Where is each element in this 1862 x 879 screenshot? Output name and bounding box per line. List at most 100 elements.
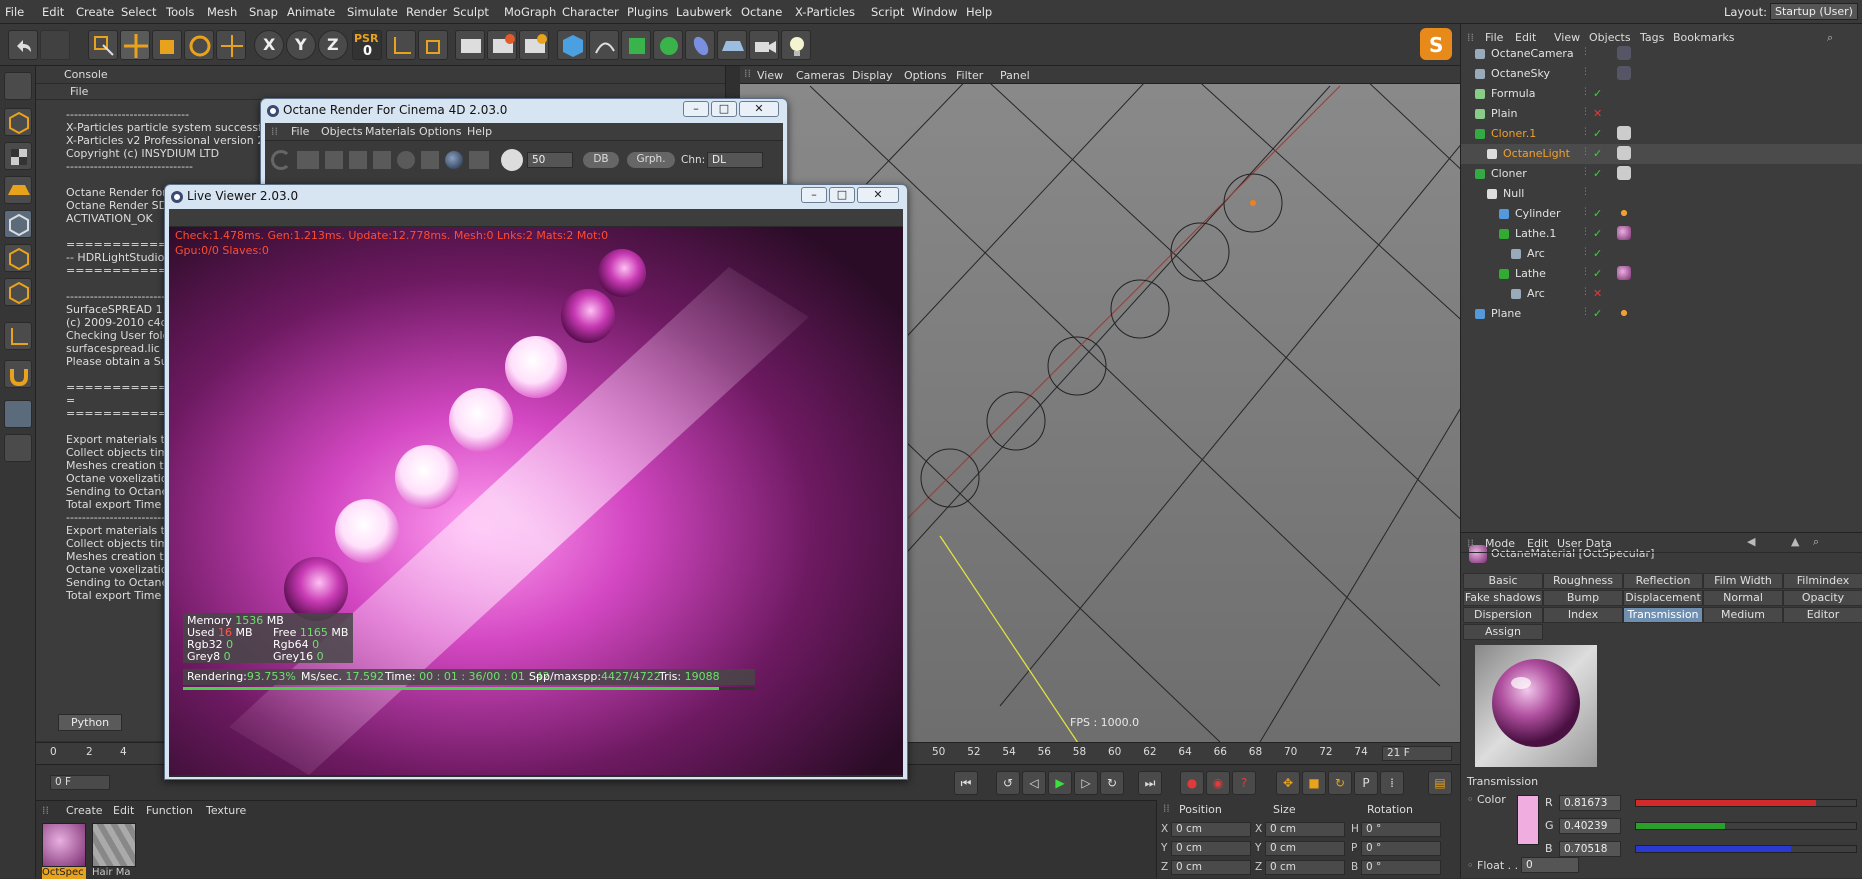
visibility-dots[interactable]: ⋮ (1581, 167, 1590, 177)
color-b-slider[interactable] (1635, 845, 1857, 853)
color-r-slider[interactable] (1635, 799, 1857, 807)
viewport-menu-filter[interactable]: Filter (956, 69, 983, 82)
tab-normal[interactable]: Normal (1703, 590, 1783, 606)
autokey-icon[interactable]: ◉ (1206, 771, 1230, 795)
tab-displacement[interactable]: Displacement (1623, 590, 1703, 606)
object-row[interactable]: Cloner ⋮ ✓ (1461, 164, 1862, 184)
material-tag-icon[interactable] (1617, 226, 1631, 240)
material-tag-icon[interactable] (1617, 266, 1631, 280)
objmgr-menu-tags[interactable]: Tags (1640, 31, 1664, 44)
enabled-check-icon[interactable]: ✓ (1593, 227, 1602, 240)
position-field-x[interactable]: 0 cm (1171, 822, 1251, 837)
visibility-dots[interactable]: ⋮ (1581, 187, 1590, 197)
menu-sculpt[interactable]: Sculpt (453, 5, 489, 19)
current-frame-field[interactable]: 21 F (1382, 746, 1452, 761)
octane-menu-objects[interactable]: Objects (321, 125, 363, 138)
layout-select[interactable]: Startup (User) (1770, 3, 1858, 20)
enabled-check-icon[interactable]: ✓ (1593, 207, 1602, 220)
tab-index[interactable]: Index (1543, 607, 1623, 623)
go-to-start-icon[interactable]: ⏮ (954, 771, 978, 795)
menu-mograph[interactable]: MoGraph (504, 5, 556, 19)
object-name[interactable]: Cloner.1 (1491, 127, 1536, 140)
render-picture-viewer-icon[interactable] (487, 30, 517, 60)
object-name[interactable]: Plain (1491, 107, 1517, 120)
menu-window[interactable]: Window (912, 5, 957, 19)
visibility-dots[interactable]: ⋮ (1581, 307, 1590, 317)
object-name[interactable]: Null (1503, 187, 1524, 200)
rotate-icon[interactable] (184, 30, 214, 60)
attr-menu-user-data[interactable]: User Data (1557, 537, 1612, 550)
coordinate-system-icon[interactable] (386, 30, 416, 60)
size-field-z[interactable]: 0 cm (1265, 860, 1345, 875)
lock-icon[interactable] (421, 151, 439, 169)
viewport-menu-view[interactable]: View (757, 69, 783, 82)
object-name[interactable]: OctaneLight (1503, 147, 1570, 160)
tab-reflection[interactable]: Reflection (1623, 573, 1703, 589)
attr-search-icon[interactable]: ⌕ (1813, 535, 1819, 549)
enabled-check-icon[interactable]: ✓ (1593, 127, 1602, 140)
snap-icon[interactable] (4, 400, 32, 428)
octane-menu-help[interactable]: Help (467, 125, 492, 138)
octane-minimize-button[interactable]: – (683, 101, 709, 117)
key-rotation-icon[interactable]: ↻ (1328, 771, 1352, 795)
menu-edit[interactable]: Edit (42, 5, 64, 19)
texture-mode-icon[interactable] (4, 142, 32, 170)
object-name[interactable]: OctaneSky (1491, 67, 1550, 80)
visibility-dots[interactable]: ⋮ (1581, 267, 1590, 277)
pick-focus-icon[interactable] (501, 149, 523, 171)
viewport-menu-panel[interactable]: Panel (1000, 69, 1030, 82)
move-icon[interactable] (120, 30, 150, 60)
enabled-check-icon[interactable]: ✓ (1593, 247, 1602, 260)
render-view-icon[interactable] (455, 30, 485, 60)
objmgr-menu-file[interactable]: File (1485, 31, 1503, 44)
rotation-field-b[interactable]: 0 ° (1361, 860, 1441, 875)
keyframe-selection-icon[interactable]: ? (1232, 771, 1256, 795)
array-icon[interactable] (653, 30, 683, 60)
enabled-check-icon[interactable]: ✓ (1593, 167, 1602, 180)
pause-icon[interactable] (325, 151, 343, 169)
object-name[interactable]: Arc (1527, 287, 1545, 300)
attr-menu-mode[interactable]: Mode (1485, 537, 1515, 550)
material-name[interactable]: OctSpec (42, 867, 86, 879)
transform-icon[interactable] (216, 30, 246, 60)
start-frame-field[interactable]: 0 F (50, 775, 110, 790)
visibility-dots[interactable]: ⋮ (1581, 127, 1590, 137)
visibility-dots[interactable]: ⋮ (1581, 227, 1590, 237)
viewport-menu-options[interactable]: Options (904, 69, 946, 82)
float-field[interactable]: 0 (1521, 857, 1579, 873)
object-tag-icon[interactable] (1617, 126, 1631, 140)
go-to-end-icon[interactable]: ⏭ (1138, 771, 1162, 795)
color-swatch[interactable] (1517, 795, 1539, 845)
visibility-dots[interactable]: ⋮ (1581, 247, 1590, 257)
settings-gear-icon[interactable] (397, 151, 415, 169)
key-scale-icon[interactable]: ■ (1302, 771, 1326, 795)
channel-select[interactable]: DL (707, 152, 763, 168)
menu-animate[interactable]: Animate (287, 5, 335, 19)
spp-field[interactable]: 50 (527, 152, 573, 168)
z-axis-lock-button[interactable]: Z (318, 30, 348, 60)
object-name[interactable]: Cloner (1491, 167, 1527, 180)
object-row[interactable]: Cloner.1 ⋮ ✓ (1461, 124, 1862, 144)
world-coords-icon[interactable] (418, 30, 448, 60)
octane-close-button[interactable]: ✕ (739, 101, 779, 117)
object-row[interactable]: Plain ⋮ ✕ (1461, 104, 1862, 124)
floor-icon[interactable] (717, 30, 747, 60)
tab-film-width[interactable]: Film Width (1703, 573, 1783, 589)
object-tag-icon[interactable] (1617, 46, 1631, 60)
object-row[interactable]: Formula ⋮ ✓ (1461, 84, 1862, 104)
matmgr-menu-texture[interactable]: Texture (206, 804, 246, 817)
scheme-icon[interactable]: ▤ (1428, 771, 1452, 795)
matmgr-menu-create[interactable]: Create (66, 804, 103, 817)
enabled-check-icon[interactable]: ✓ (1593, 267, 1602, 280)
material-name[interactable]: Hair Ma (92, 867, 136, 879)
object-row[interactable]: Cylinder ⋮ ✓ (1461, 204, 1862, 224)
tab-dispersion[interactable]: Dispersion (1463, 607, 1543, 623)
enabled-check-icon[interactable]: ✓ (1593, 307, 1602, 320)
visibility-dots[interactable]: ⋮ (1581, 287, 1590, 297)
tab-medium[interactable]: Medium (1703, 607, 1783, 623)
menu-plugins[interactable]: Plugins (627, 5, 668, 19)
object-tag-icon[interactable] (1617, 146, 1631, 160)
python-button[interactable]: Python (58, 714, 123, 731)
object-row[interactable]: Plane ⋮ ✓ (1461, 304, 1862, 324)
menu-x-particles[interactable]: X-Particles (795, 5, 855, 19)
